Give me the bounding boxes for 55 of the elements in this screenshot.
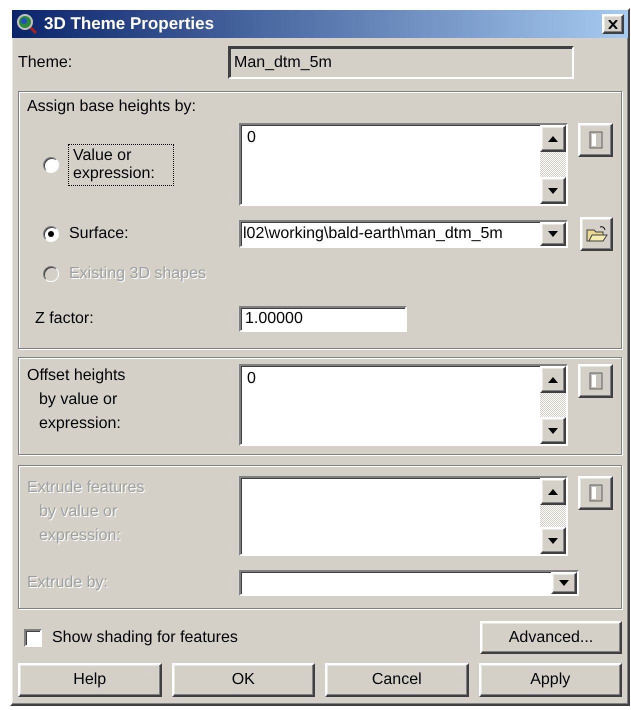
- close-icon: [608, 20, 618, 28]
- close-button[interactable]: [602, 14, 624, 34]
- radio-button[interactable]: [43, 156, 59, 172]
- expression-field[interactable]: 0: [239, 123, 568, 206]
- dialog-button[interactable]: Apply: [478, 663, 622, 697]
- down-arrow-icon: [548, 188, 558, 194]
- scrollbar[interactable]: [540, 366, 566, 444]
- scroll-down-button[interactable]: [540, 417, 566, 444]
- extrude-by-dropdown[interactable]: [239, 570, 579, 596]
- down-arrow-icon: [548, 231, 558, 237]
- window-title: 3D Theme Properties: [44, 14, 216, 34]
- square-icon: [588, 372, 603, 390]
- square-icon: [588, 131, 603, 149]
- scrollbar[interactable]: [540, 478, 566, 554]
- group-title: Assign base heights by:: [27, 98, 196, 116]
- browse-button[interactable]: [580, 217, 613, 251]
- field-label: by value or: [38, 390, 118, 410]
- theme-label: Theme:: [18, 54, 74, 72]
- checkbox[interactable]: [24, 628, 42, 646]
- offset-field[interactable]: 0: [239, 364, 568, 446]
- scroll-down-button[interactable]: [540, 527, 566, 554]
- up-arrow-icon: [548, 488, 558, 494]
- folder-icon: [586, 225, 608, 243]
- checkbox-label[interactable]: Show shading for features: [52, 628, 470, 646]
- radio-label[interactable]: Surface:: [69, 225, 129, 243]
- expression-button[interactable]: [578, 476, 613, 510]
- dialog-button[interactable]: Cancel: [325, 663, 468, 697]
- down-arrow-icon: [559, 580, 569, 586]
- theme-field: Man_dtm_5m: [228, 46, 574, 79]
- up-arrow-icon: [548, 136, 558, 142]
- surface-dropdown[interactable]: l02\working\bald-earth\man_dtm_5m: [239, 220, 568, 248]
- scroll-up-button[interactable]: [540, 366, 566, 393]
- scroll-up-button[interactable]: [540, 478, 566, 505]
- extrude-field[interactable]: [239, 476, 568, 556]
- dialog-button[interactable]: OK: [172, 663, 315, 697]
- scroll-down-button[interactable]: [540, 177, 566, 204]
- down-arrow-icon: [548, 428, 558, 434]
- z-factor-label: Z factor:: [34, 310, 95, 328]
- field-label: Offset heights: [27, 366, 126, 386]
- advanced-button[interactable]: Advanced...: [480, 621, 622, 654]
- dialog-button[interactable]: Help: [18, 663, 162, 697]
- dropdown-button[interactable]: [540, 222, 566, 246]
- down-arrow-icon: [548, 538, 558, 544]
- z-factor-field[interactable]: 1.00000: [239, 306, 407, 332]
- up-arrow-icon: [548, 376, 558, 382]
- expression-button[interactable]: [578, 364, 613, 398]
- magnifier-icon: [16, 13, 38, 35]
- field-label: expression:: [38, 414, 122, 434]
- radio-button[interactable]: [43, 226, 59, 242]
- square-icon: [588, 484, 603, 502]
- radio-label[interactable]: Value or expression:: [69, 144, 173, 184]
- scrollbar[interactable]: [540, 125, 566, 204]
- dropdown-button[interactable]: [551, 572, 577, 594]
- expression-button[interactable]: [578, 123, 613, 157]
- scroll-up-button[interactable]: [540, 125, 566, 152]
